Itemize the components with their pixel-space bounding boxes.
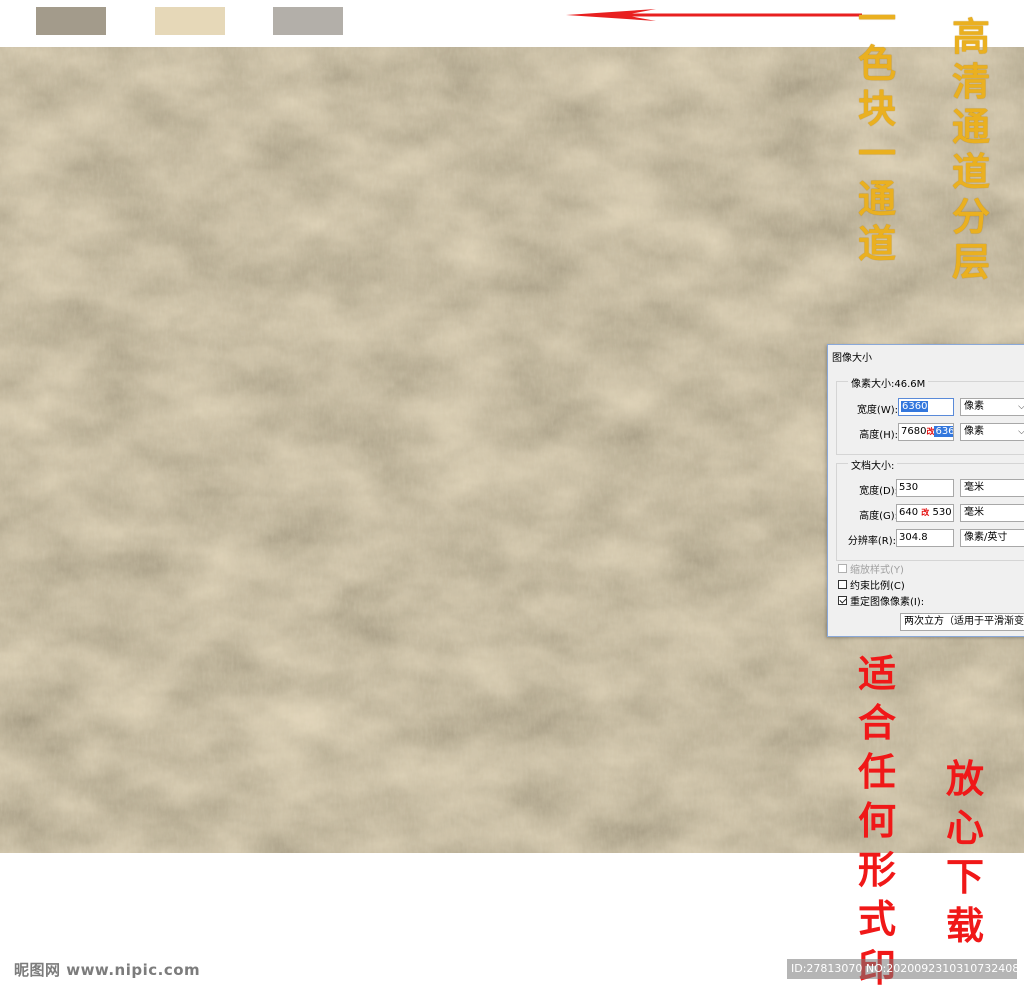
height-doc-value: 530: [932, 507, 952, 518]
char: 心: [946, 805, 985, 850]
scale-styles-checkbox[interactable]: 缩放样式(Y): [838, 561, 904, 576]
image-size-dialog: 图像大小 像素大小:46.6M 宽度(W): 6360 像素 ⌵ 高度(H): 7…: [827, 344, 1024, 637]
char: 一: [858, 131, 897, 176]
height-doc-unit-select[interactable]: 毫米: [960, 504, 1024, 522]
chevron-down-icon: ⌵: [1018, 399, 1024, 415]
color-swatch-3: [273, 7, 343, 35]
vertical-text-hd-layers: 高 清 通 道 分 层: [952, 18, 990, 288]
char: 合: [858, 700, 897, 745]
unit-text: 像素: [964, 401, 984, 412]
height-doc-input[interactable]: 640 改 530: [896, 504, 954, 522]
char: 层: [952, 239, 991, 284]
width-px-unit-select[interactable]: 像素 ⌵: [960, 398, 1024, 416]
resample-method-value: 两次立方（适用于平滑渐变: [904, 616, 1024, 627]
document-size-label: 文档大小:: [848, 457, 898, 472]
width-px-label: 宽度(W):: [856, 405, 898, 416]
height-px-value: 6360: [934, 426, 953, 437]
left-arrow-icon: [566, 9, 862, 21]
width-px-input[interactable]: 6360: [898, 398, 954, 416]
height-px-label: 高度(H):: [859, 430, 898, 441]
height-doc-old: 640: [899, 507, 919, 518]
char: 高: [952, 14, 991, 59]
char: 任: [858, 749, 897, 794]
resolution-input[interactable]: 304.8: [896, 529, 954, 547]
width-doc-input[interactable]: 530: [896, 479, 954, 497]
char: 块: [858, 86, 897, 131]
vertical-text-any-print: 适 合 任 何 形 式 印: [858, 655, 896, 998]
checkbox-icon: [838, 564, 847, 573]
char: 通: [952, 104, 991, 149]
char: 形: [858, 847, 897, 892]
chevron-down-icon: ⌵: [1018, 424, 1024, 440]
vertical-text-download: 放 心 下 载: [946, 760, 984, 956]
constrain-proportions-checkbox[interactable]: 约束比例(C): [838, 577, 905, 592]
char: 分: [952, 194, 991, 239]
color-swatch-1: [36, 7, 106, 35]
char: 下: [946, 854, 985, 899]
resolution-unit-select[interactable]: 像素/英寸: [960, 529, 1024, 547]
unit-text: 毫米: [964, 482, 984, 493]
char: 色: [858, 41, 897, 86]
char: 载: [946, 903, 985, 948]
pixel-dimensions-label: 像素大小:46.6M: [848, 375, 929, 390]
char: 道: [858, 221, 897, 266]
char: 通: [858, 176, 897, 221]
unit-text: 像素/英寸: [964, 532, 1008, 543]
width-doc-value: 530: [899, 482, 919, 493]
image-id-bar: ID:27813070 NO:20200923103107324080: [787, 959, 1017, 979]
unit-text: 毫米: [964, 507, 984, 518]
resolution-value: 304.8: [899, 532, 928, 543]
checkbox-checked-icon: [838, 596, 847, 605]
height-px-unit-select[interactable]: 像素 ⌵: [960, 423, 1024, 441]
char: 放: [946, 756, 985, 801]
char: 清: [952, 59, 991, 104]
char: 何: [858, 798, 897, 843]
width-doc-unit-select[interactable]: 毫米: [960, 479, 1024, 497]
char: 一: [858, 0, 897, 41]
edit-mark: 改: [921, 508, 930, 517]
height-px-input[interactable]: 7680改6360: [898, 423, 954, 441]
site-watermark: 昵图网 www.nipic.com: [14, 961, 201, 979]
unit-text: 像素: [964, 426, 984, 437]
resample-label: 重定图像像素(I):: [850, 597, 925, 608]
dialog-title: 图像大小: [832, 353, 872, 364]
char: 适: [858, 651, 897, 696]
height-px-old: 7680: [901, 426, 927, 437]
color-swatch-2: [155, 7, 225, 35]
constrain-label: 约束比例(C): [850, 581, 905, 592]
char: 式: [858, 896, 897, 941]
checkbox-icon: [838, 580, 847, 589]
width-px-value: 6360: [901, 401, 929, 412]
resample-checkbox[interactable]: 重定图像像素(I):: [838, 593, 924, 608]
width-doc-label: 宽度(D):: [859, 486, 898, 497]
resolution-label: 分辨率(R):: [847, 536, 896, 547]
pixel-dimensions-group: [836, 381, 1024, 455]
vertical-text-color-channel: 一 色 块 一 通 道: [858, 0, 896, 270]
char: 道: [952, 149, 991, 194]
height-doc-label: 高度(G):: [859, 511, 898, 522]
resample-method-select[interactable]: 两次立方（适用于平滑渐变: [900, 613, 1024, 631]
scale-styles-label: 缩放样式(Y): [850, 565, 904, 576]
